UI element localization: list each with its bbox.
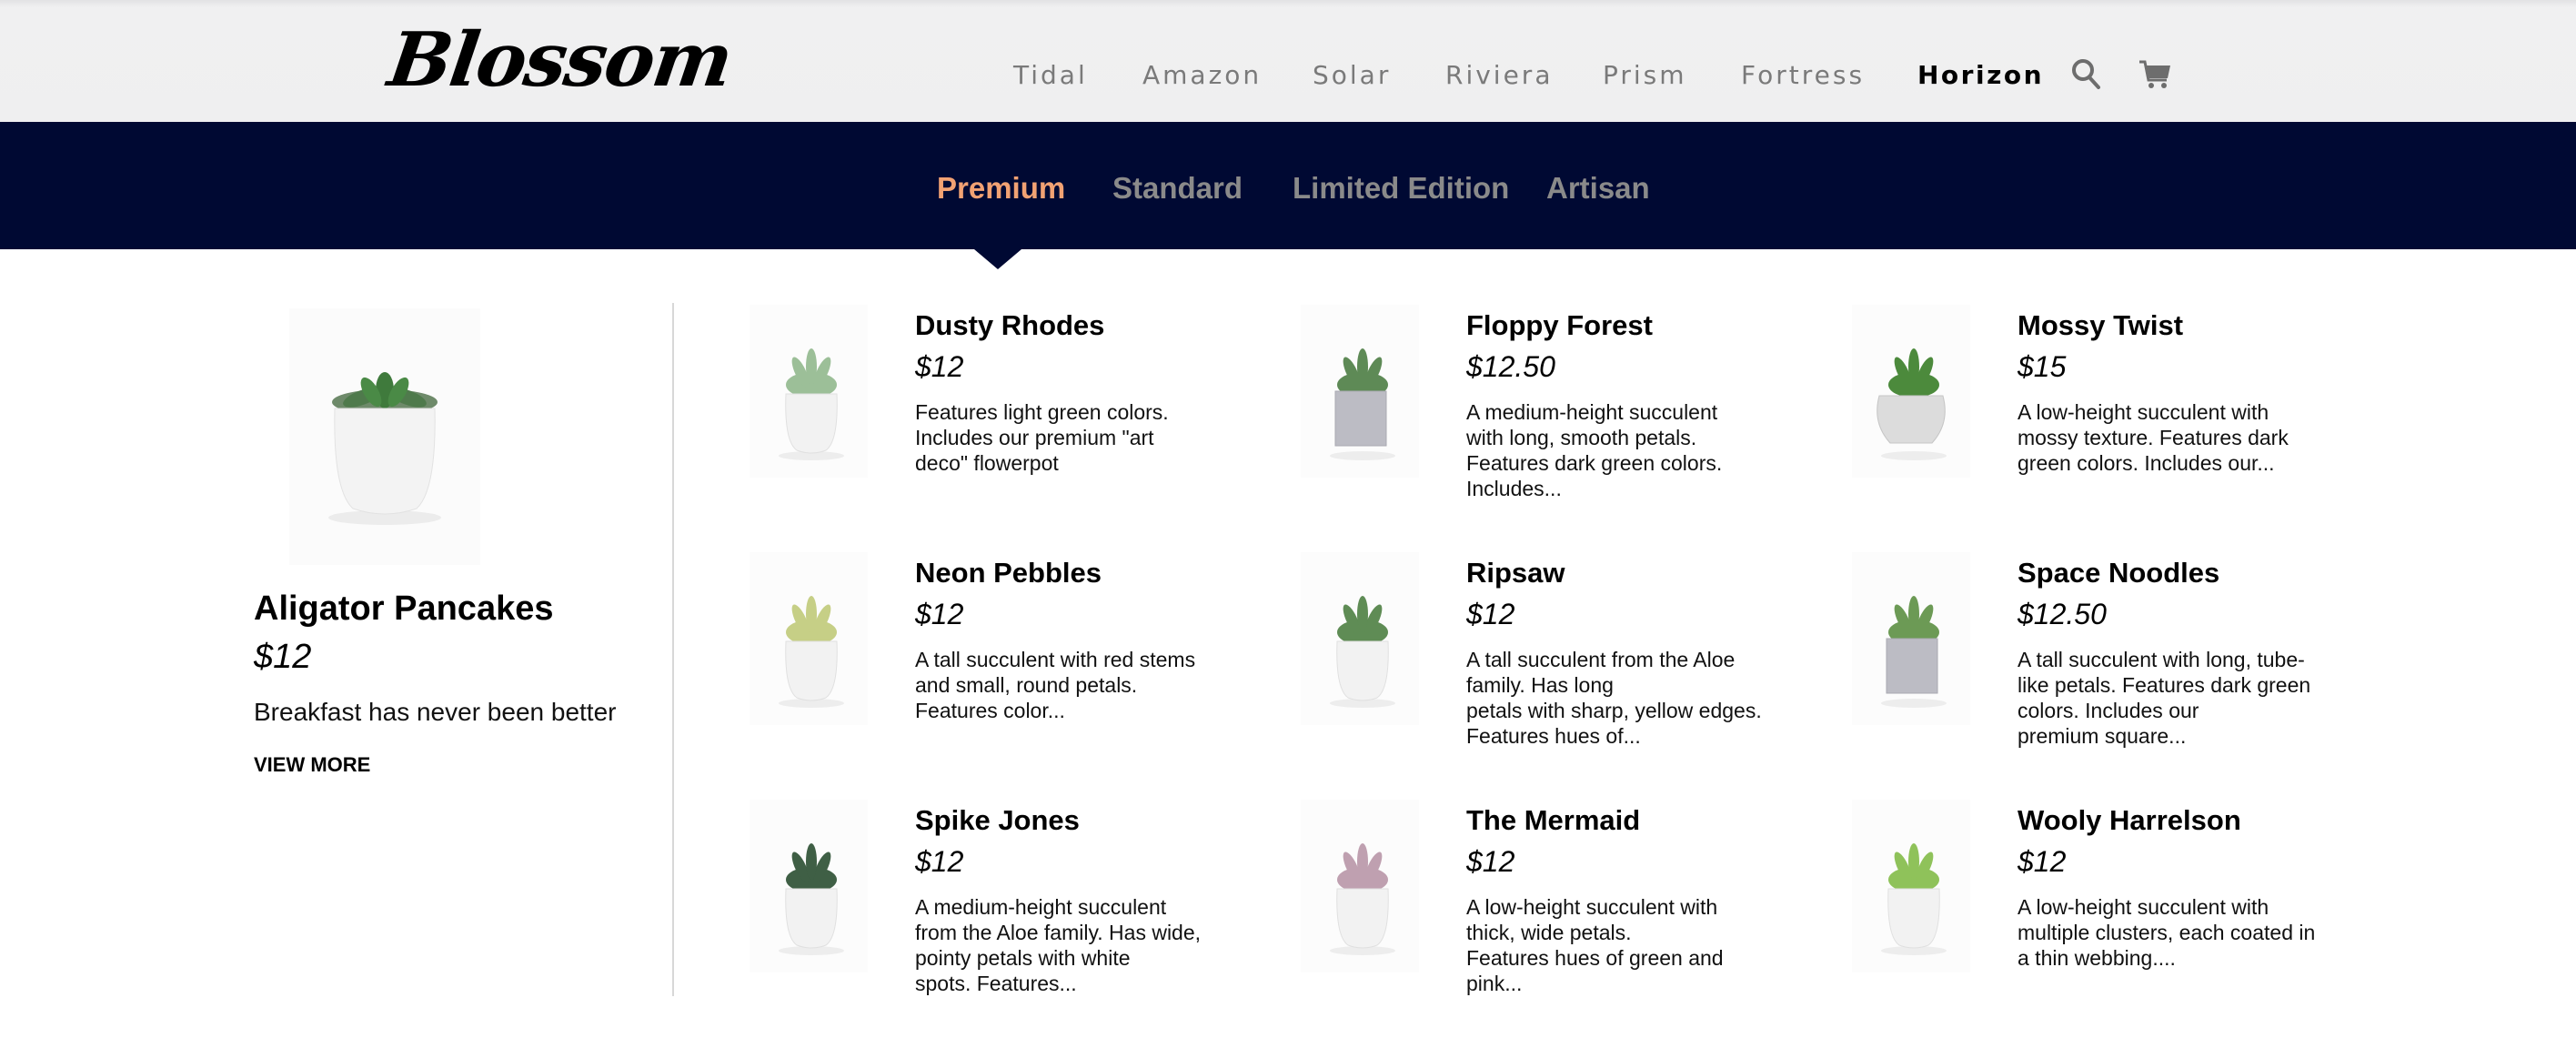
product-price: $12 [915,845,964,878]
product-price: $12 [1466,845,1515,878]
tab-premium[interactable]: Premium [937,171,1065,206]
product-name[interactable]: Dusty Rhodes [915,309,1104,342]
product-image[interactable] [750,305,868,478]
product-name[interactable]: Mossy Twist [2018,309,2183,342]
product-card[interactable]: Neon Pebbles $12 A tall succulent with red… [750,552,1295,789]
featured-product-price: $12 [254,638,312,676]
product-description: A low-height succulent with mossy textur… [2018,400,2289,475]
nav-item-riviera[interactable]: Riviera [1445,60,1553,90]
product-price: $12.50 [2018,598,2107,630]
product-name[interactable]: Spike Jones [915,804,1080,837]
nav-item-amazon[interactable]: Amazon [1142,60,1262,90]
product-description: A tall succulent with long, tube- like p… [2018,648,2311,748]
tab-limited-edition[interactable]: Limited Edition [1293,171,1509,206]
product-price: $12.50 [1466,350,1555,383]
nav-item-tidal[interactable]: Tidal [1013,60,1088,90]
product-card[interactable]: Spike Jones $12 A medium-height succulent … [750,800,1295,1036]
product-price: $12 [915,598,964,630]
nav-item-horizon[interactable]: Horizon [1917,60,2044,90]
product-card[interactable]: Floppy Forest $12.50 A medium-height succu… [1301,305,1846,541]
featured-product-tagline: Breakfast has never been better [254,698,617,726]
product-description: A medium-height succulent from the Aloe … [915,895,1202,995]
nav-item-fortress[interactable]: Fortress [1741,60,1865,90]
tab-standard[interactable]: Standard [1112,171,1243,206]
product-price: $12 [2018,845,2067,878]
featured-product-name[interactable]: Aligator Pancakes [254,590,553,629]
product-description: A tall succulent from the Aloe family. H… [1466,648,1762,748]
active-tab-pointer [974,249,1021,269]
section-divider [672,303,674,996]
product-image[interactable] [1852,305,1970,478]
product-description: A low-height succulent with thick, wide … [1466,895,1724,995]
product-image[interactable] [1852,552,1970,725]
product-description: A tall succulent with red stems and smal… [915,648,1196,722]
tab-artisan[interactable]: Artisan [1546,171,1650,206]
category-nav: Premium Standard Limited Edition Artisan [0,122,2576,249]
product-name[interactable]: The Mermaid [1466,804,1640,837]
product-description: A low-height succulent with multiple clu… [2018,895,2316,970]
product-image[interactable] [750,552,868,725]
product-description: Features light green colors. Includes ou… [915,400,1169,475]
product-image[interactable] [1852,800,1970,972]
product-price: $12 [1466,598,1515,630]
brand-logo[interactable]: Blossom [383,16,736,104]
cart-icon[interactable] [2138,56,2174,93]
site-header: Blossom Tidal Amazon Solar Riviera Prism… [0,0,2576,122]
featured-product-image[interactable] [289,308,480,565]
product-card[interactable]: Ripsaw $12 A tall succulent from the Aloe … [1301,552,1846,789]
product-name[interactable]: Neon Pebbles [915,557,1102,590]
product-name[interactable]: Space Noodles [2018,557,2219,590]
product-image[interactable] [750,800,868,972]
product-name[interactable]: Ripsaw [1466,557,1565,590]
product-name[interactable]: Wooly Harrelson [2018,804,2241,837]
product-price: $15 [2018,350,2067,383]
product-card[interactable]: Dusty Rhodes $12 Features light green colo… [750,305,1295,541]
product-name[interactable]: Floppy Forest [1466,309,1653,342]
product-image[interactable] [1301,305,1419,478]
product-price: $12 [915,350,964,383]
product-card[interactable]: Wooly Harrelson $12 A low-height succulent… [1852,800,2398,1036]
search-icon[interactable] [2068,56,2105,93]
nav-item-prism[interactable]: Prism [1603,60,1687,90]
product-card[interactable]: Space Noodles $12.50 A tall succulent with… [1852,552,2398,789]
view-more-link[interactable]: VIEW MORE [254,753,370,777]
product-image[interactable] [1301,552,1419,725]
product-description: A medium-height succulent with long, smo… [1466,400,1723,500]
product-card[interactable]: The Mermaid $12 A low-height succulent wit… [1301,800,1846,1036]
product-image[interactable] [1301,800,1419,972]
nav-item-solar[interactable]: Solar [1313,60,1391,90]
product-card[interactable]: Mossy Twist $15 A low-height succulent wit… [1852,305,2398,541]
